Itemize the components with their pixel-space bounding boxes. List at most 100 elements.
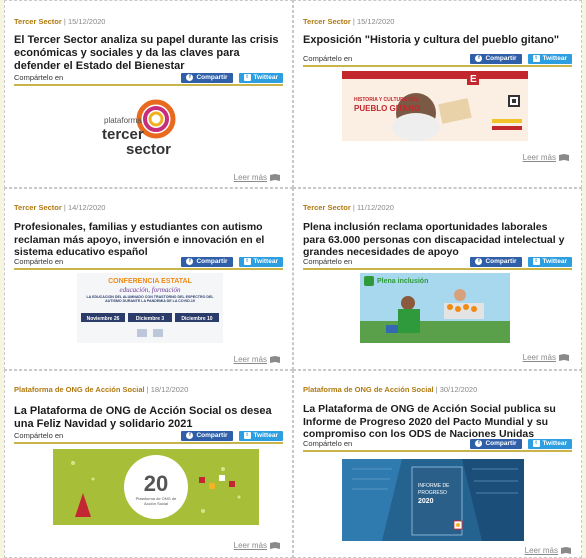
facebook-share-label: Compartir: [196, 432, 228, 439]
read-more-link[interactable]: Leer más: [234, 173, 280, 182]
share-label: Compártelo en: [14, 431, 64, 440]
twitter-share-button[interactable]: t Twittear: [238, 72, 283, 83]
twitter-share-button[interactable]: t Twittear: [527, 53, 572, 64]
read-more-label: Leer más: [233, 173, 267, 182]
facebook-share-label: Compartir: [485, 258, 517, 265]
book-icon: [559, 154, 569, 161]
christmas-card-image: 20 Plataforma de ONG de Acción Social: [53, 449, 259, 525]
twitter-share-button[interactable]: t Twittear: [238, 430, 283, 441]
read-more-label: Leer más: [522, 153, 556, 162]
card-image[interactable]: CONFERENCIA ESTATAL educación, formación…: [77, 273, 223, 343]
twitter-share-label: Twittear: [542, 440, 567, 447]
card-date: 15/12/2020: [356, 17, 395, 26]
exhibition-poster: E HISTORIA Y CULTURA DEL PUEBLO GITANO: [342, 71, 528, 141]
card-title[interactable]: El Tercer Sector analiza su papel durant…: [14, 34, 282, 74]
facebook-icon: f: [475, 258, 483, 265]
news-card: Tercer Sector | 15/12/2020 Exposición "H…: [293, 0, 582, 188]
book-icon: [270, 356, 280, 363]
share-row: Compártelo en f Compartir t Twittear: [303, 437, 572, 452]
banner-date-3: Diciembre 10: [181, 316, 212, 322]
card-category[interactable]: Tercer Sector: [14, 17, 62, 26]
svg-text:E: E: [470, 74, 477, 85]
card-title[interactable]: La Plataforma de ONG de Acción Social pu…: [303, 403, 573, 441]
twitter-icon: t: [243, 74, 251, 81]
facebook-icon: f: [186, 74, 194, 81]
card-image[interactable]: Plena inclusión: [360, 273, 510, 343]
facebook-icon: f: [186, 258, 194, 265]
news-card: Tercer Sector | 15/12/2020 El Tercer Sec…: [4, 0, 293, 188]
news-grid: Tercer Sector | 15/12/2020 El Tercer Sec…: [4, 0, 582, 558]
banner-line-3: LA EDUCACIÓN DEL ALUMNADO CON TRASTORNO …: [86, 295, 214, 304]
twitter-share-button[interactable]: t Twittear: [238, 256, 283, 267]
xmas-number: 20: [144, 471, 168, 496]
share-row: Compártelo en f Compartir t Twittear: [14, 71, 283, 86]
facebook-icon: f: [475, 55, 483, 62]
twitter-share-label: Twittear: [542, 258, 567, 265]
card-title[interactable]: Profesionales, familias y estudiantes co…: [14, 221, 282, 259]
card-meta: Tercer Sector | 15/12/2020: [14, 17, 106, 26]
twitter-share-label: Twittear: [253, 432, 278, 439]
book-icon: [270, 542, 280, 549]
share-label: Compártelo en: [14, 73, 64, 82]
news-card: Plataforma de ONG de Acción Social | 30/…: [293, 370, 582, 558]
facebook-share-label: Compartir: [485, 55, 517, 62]
card-date: 18/12/2020: [150, 385, 189, 394]
card-meta: Plataforma de ONG de Acción Social | 30/…: [303, 385, 478, 394]
card-meta: Tercer Sector | 14/12/2020: [14, 203, 106, 212]
card-date: 14/12/2020: [67, 203, 106, 212]
share-label: Compártelo en: [14, 257, 64, 266]
card-category[interactable]: Plataforma de ONG de Acción Social: [303, 385, 434, 394]
twitter-share-label: Twittear: [253, 258, 278, 265]
read-more-link[interactable]: Leer más: [525, 546, 571, 555]
facebook-share-button[interactable]: f Compartir: [470, 53, 522, 64]
card-category[interactable]: Tercer Sector: [303, 203, 351, 212]
card-category[interactable]: Tercer Sector: [303, 17, 351, 26]
poster-line-2: PUEBLO GITANO: [354, 104, 420, 113]
twitter-share-button[interactable]: t Twittear: [527, 438, 572, 449]
share-label: Compártelo en: [303, 439, 353, 448]
card-category[interactable]: Tercer Sector: [14, 203, 62, 212]
read-more-link[interactable]: Leer más: [523, 353, 569, 362]
facebook-share-button[interactable]: f Compartir: [470, 438, 522, 449]
facebook-share-button[interactable]: f Compartir: [181, 72, 233, 83]
card-meta: Plataforma de ONG de Acción Social | 18/…: [14, 385, 189, 394]
logo-line-3: sector: [126, 141, 171, 158]
twitter-share-label: Twittear: [542, 55, 567, 62]
card-date: 30/12/2020: [439, 385, 478, 394]
card-image[interactable]: 20 Plataforma de ONG de Acción Social: [53, 449, 259, 525]
read-more-link[interactable]: Leer más: [523, 153, 569, 162]
facebook-share-button[interactable]: f Compartir: [470, 256, 522, 267]
card-image[interactable]: E HISTORIA Y CULTURA DEL PUEBLO GITANO: [342, 71, 528, 141]
facebook-icon: f: [186, 432, 194, 439]
book-icon: [559, 354, 569, 361]
read-more-label: Leer más: [233, 541, 267, 550]
card-category[interactable]: Plataforma de ONG de Acción Social: [14, 385, 145, 394]
card-date: 11/12/2020: [356, 203, 394, 212]
facebook-share-label: Compartir: [196, 258, 228, 265]
facebook-icon: f: [475, 440, 483, 447]
card-title[interactable]: Exposición "Historia y cultura del puebl…: [303, 34, 571, 47]
progress-report-image: INFORME DE PROGRESO 2020: [342, 459, 524, 541]
card-meta: Tercer Sector | 11/12/2020: [303, 203, 394, 212]
report-line-2: PROGRESO: [418, 490, 447, 496]
card-title[interactable]: La Plataforma de ONG de Acción Social os…: [14, 405, 284, 431]
facebook-share-label: Compartir: [485, 440, 517, 447]
share-row: Compártelo en f Compartir t Twittear: [303, 255, 572, 270]
twitter-icon: t: [532, 440, 540, 447]
conference-banner: CONFERENCIA ESTATAL educación, formación…: [77, 273, 223, 343]
logo-line-1: plataforma: [104, 116, 142, 125]
card-image[interactable]: INFORME DE PROGRESO 2020: [342, 459, 524, 541]
brand-label: Plena inclusión: [377, 278, 428, 285]
read-more-link[interactable]: Leer más: [234, 355, 280, 364]
banner-line-1: CONFERENCIA ESTATAL: [108, 278, 192, 285]
card-date: 15/12/2020: [67, 17, 106, 26]
read-more-link[interactable]: Leer más: [234, 541, 280, 550]
card-title[interactable]: Plena inclusión reclama oportunidades la…: [303, 221, 571, 259]
book-icon: [561, 547, 571, 554]
plena-inclusion-photo: Plena inclusión: [360, 273, 510, 343]
card-image[interactable]: plataforma tercer sector: [100, 99, 190, 159]
twitter-share-button[interactable]: t Twittear: [527, 256, 572, 267]
facebook-share-label: Compartir: [196, 74, 228, 81]
facebook-share-button[interactable]: f Compartir: [181, 256, 233, 267]
facebook-share-button[interactable]: f Compartir: [181, 430, 233, 441]
